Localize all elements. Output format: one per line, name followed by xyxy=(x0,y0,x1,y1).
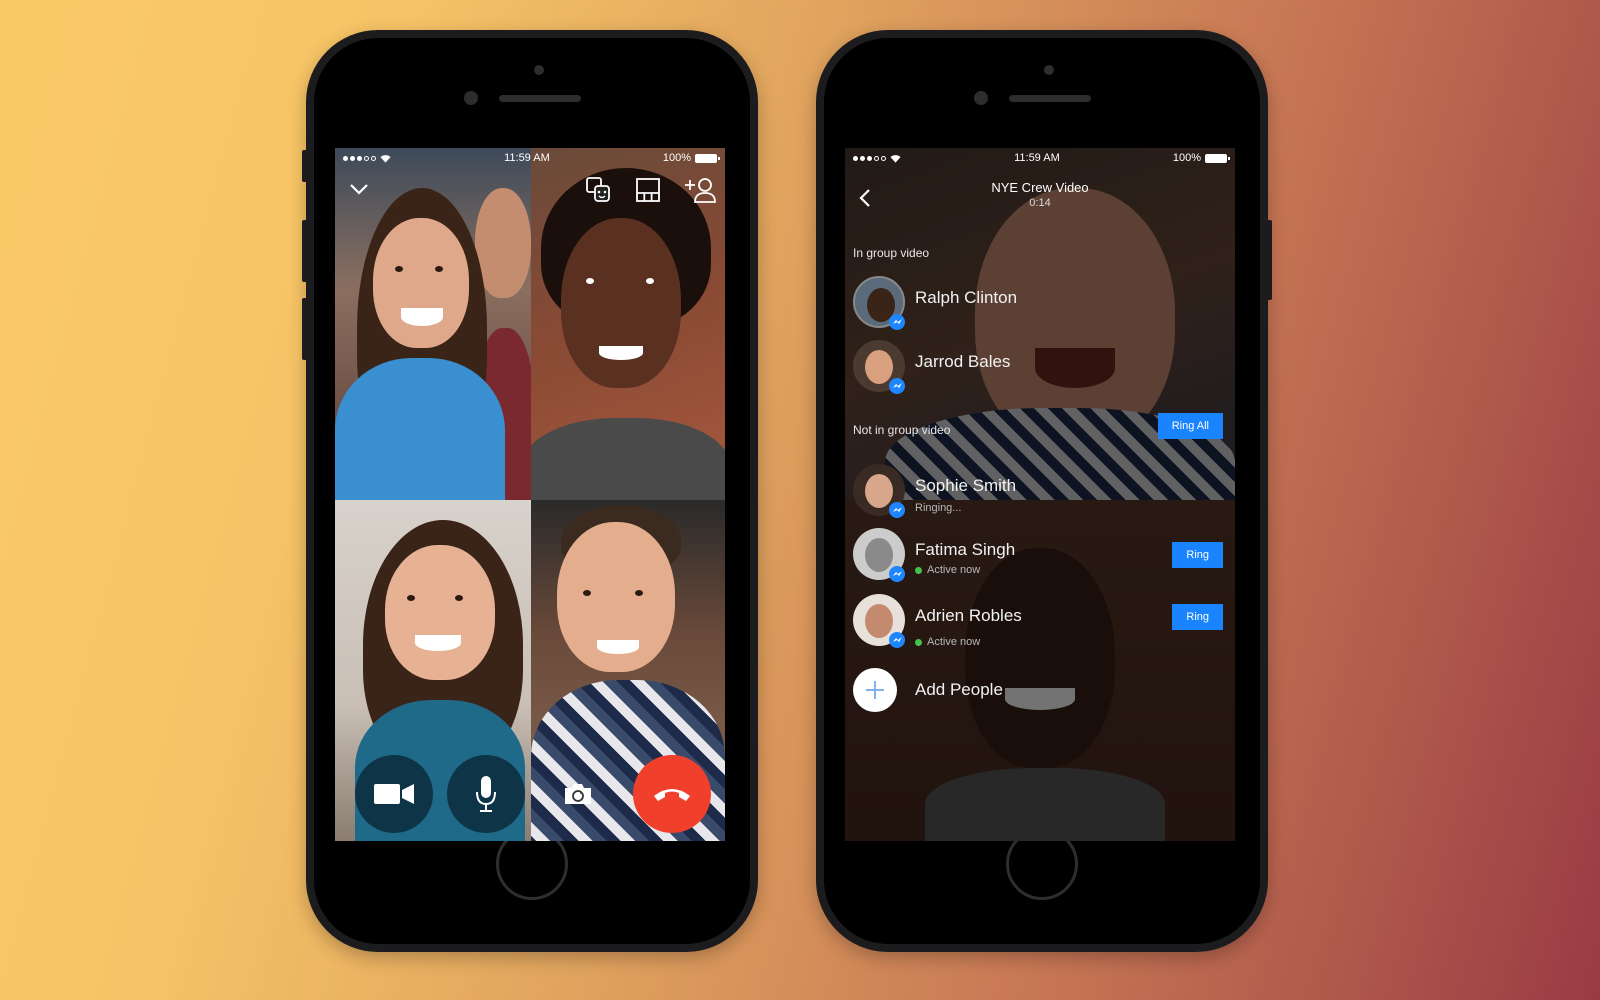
earpiece-speaker xyxy=(499,95,581,102)
contact-row[interactable]: Adrien Robles Active now Ring xyxy=(851,594,1225,654)
phone-right: 11:59 AM 100% NYE Crew Video 0:14 In gro… xyxy=(816,30,1272,952)
flip-camera-icon xyxy=(565,784,591,804)
status-time: 11:59 AM xyxy=(504,152,550,164)
contact-status: Ringing... xyxy=(915,502,961,514)
active-dot-icon xyxy=(915,638,922,646)
participant-row[interactable]: Ralph Clinton xyxy=(851,276,1225,336)
front-camera xyxy=(464,91,478,105)
status-time: 11:59 AM xyxy=(1014,152,1060,164)
phone-left: 11:59 AM 100% xyxy=(302,30,758,952)
call-title: NYE Crew Video xyxy=(991,180,1089,195)
battery-icon xyxy=(695,153,720,163)
status-text: Active now xyxy=(927,636,981,648)
messenger-badge-icon xyxy=(889,632,905,648)
add-people-label: Add People xyxy=(915,680,1003,699)
video-camera-icon xyxy=(374,784,414,804)
status-bar: 11:59 AM 100% xyxy=(335,148,725,168)
contact-row[interactable]: Fatima Singh Active now Ring xyxy=(851,528,1225,588)
volume-up-button xyxy=(302,220,308,282)
layout-button[interactable] xyxy=(635,176,661,204)
add-people-button[interactable]: Add People xyxy=(853,668,1153,714)
status-bar: 11:59 AM 100% xyxy=(845,148,1235,168)
messenger-badge-icon xyxy=(889,566,905,582)
messenger-badge-icon xyxy=(889,314,905,330)
chevron-down-icon xyxy=(350,184,368,195)
contact-name: Sophie Smith xyxy=(915,476,1017,495)
toggle-video-button[interactable] xyxy=(355,755,433,833)
proximity-sensor xyxy=(534,65,544,75)
not-in-group-label: Not in group video xyxy=(853,423,951,437)
in-group-label: In group video xyxy=(853,246,930,260)
participant-name: Ralph Clinton xyxy=(915,288,1018,307)
microphone-icon xyxy=(476,776,496,812)
add-person-button[interactable] xyxy=(683,176,717,204)
add-person-icon xyxy=(685,178,716,203)
signal-strength-icon xyxy=(343,155,376,161)
participant-row[interactable]: Jarrod Bales xyxy=(851,340,1225,400)
power-button xyxy=(1266,220,1272,300)
earpiece-speaker xyxy=(1009,95,1091,102)
plus-icon xyxy=(866,681,884,699)
battery-percent: 100% xyxy=(1172,152,1201,164)
minimize-button[interactable] xyxy=(349,182,369,200)
messenger-badge-icon xyxy=(889,378,905,394)
participants-screen: 11:59 AM 100% NYE Crew Video 0:14 In gro… xyxy=(845,148,1235,841)
participant-tile-1[interactable] xyxy=(335,148,531,500)
call-timer: 0:14 xyxy=(1029,197,1051,209)
contact-name: Adrien Robles xyxy=(915,606,1022,625)
call-controls xyxy=(335,751,725,833)
proximity-sensor xyxy=(1044,65,1054,75)
wifi-icon xyxy=(380,154,391,163)
end-call-icon xyxy=(654,789,690,801)
status-text: Active now xyxy=(927,564,981,576)
contact-row[interactable]: Sophie Smith Ringing... xyxy=(851,464,1225,524)
battery-icon xyxy=(1205,153,1230,163)
silent-switch xyxy=(302,150,308,182)
effects-button[interactable] xyxy=(585,176,613,204)
ring-all-button[interactable]: Ring All xyxy=(1157,413,1223,439)
active-dot-icon xyxy=(915,566,922,574)
messenger-badge-icon xyxy=(889,502,905,518)
contact-status: Active now xyxy=(915,636,980,648)
ring-button[interactable]: Ring xyxy=(1172,604,1223,630)
wifi-icon xyxy=(890,154,901,163)
flip-camera-button[interactable] xyxy=(539,755,617,833)
layout-icon xyxy=(636,178,660,202)
masks-effects-icon xyxy=(586,177,610,202)
ring-button[interactable]: Ring xyxy=(1172,542,1223,568)
volume-down-button xyxy=(302,298,308,360)
contact-name: Fatima Singh xyxy=(915,540,1016,559)
status-text: Ringing... xyxy=(915,502,962,514)
battery-percent: 100% xyxy=(662,152,691,164)
contact-status: Active now xyxy=(915,564,980,576)
toggle-mic-button[interactable] xyxy=(447,755,525,833)
participant-name: Jarrod Bales xyxy=(915,352,1011,371)
group-video-screen: 11:59 AM 100% xyxy=(335,148,725,841)
call-header: NYE Crew Video 0:14 xyxy=(845,180,1235,209)
front-camera xyxy=(974,91,988,105)
signal-strength-icon xyxy=(853,155,886,161)
end-call-button[interactable] xyxy=(633,755,711,833)
add-circle xyxy=(853,668,897,712)
